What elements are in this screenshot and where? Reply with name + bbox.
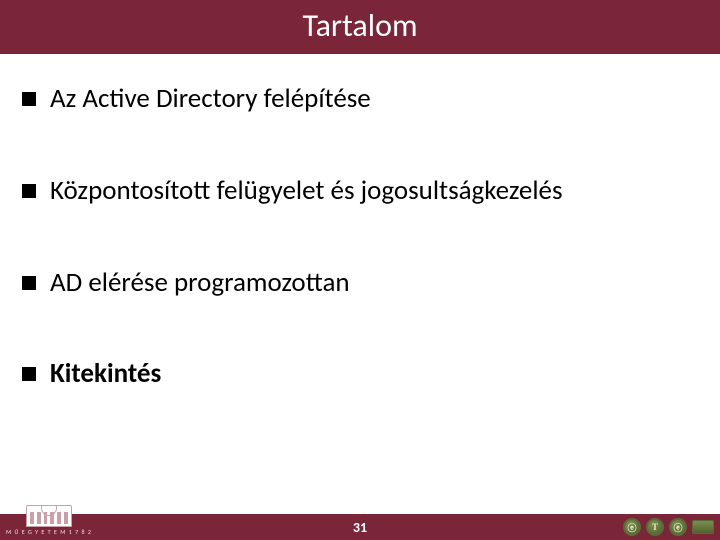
bullet-text: Az Active Directory felépítése	[50, 82, 371, 116]
bullet-text: AD elérése programozottan	[50, 266, 350, 300]
badge-icon: ⓔ	[669, 518, 687, 536]
content-area: Az Active Directory felépítése Központos…	[0, 54, 720, 540]
slide-title: Tartalom	[302, 6, 417, 45]
list-item: Az Active Directory felépítése	[22, 82, 698, 116]
badge-icon: T	[646, 518, 664, 536]
slide: Tartalom Az Active Directory felépítése …	[0, 0, 720, 540]
list-item: Központosított felügyelet és jogosultság…	[22, 174, 698, 208]
building-icon	[26, 505, 72, 527]
university-logo: M Ű E G Y E T E M 1 7 8 2	[6, 505, 92, 535]
bullet-icon	[22, 92, 36, 106]
badge-icon: ⓔ	[623, 518, 641, 536]
footer-bar: 31	[0, 514, 720, 540]
bullet-text: Központosított felügyelet és jogosultság…	[50, 174, 563, 208]
bullet-text: Kitekintés	[50, 357, 161, 391]
list-item: AD elérése programozottan	[22, 266, 698, 300]
page-number: 31	[353, 519, 367, 536]
footer-badges: ⓔ T ⓔ	[623, 518, 714, 536]
badge-icon	[692, 520, 714, 534]
title-bar: Tartalom	[0, 0, 720, 54]
bullet-icon	[22, 367, 36, 381]
bullet-icon	[22, 276, 36, 290]
list-item: Kitekintés	[22, 357, 698, 391]
logo-label: M Ű E G Y E T E M 1 7 8 2	[6, 529, 92, 535]
bullet-icon	[22, 184, 36, 198]
